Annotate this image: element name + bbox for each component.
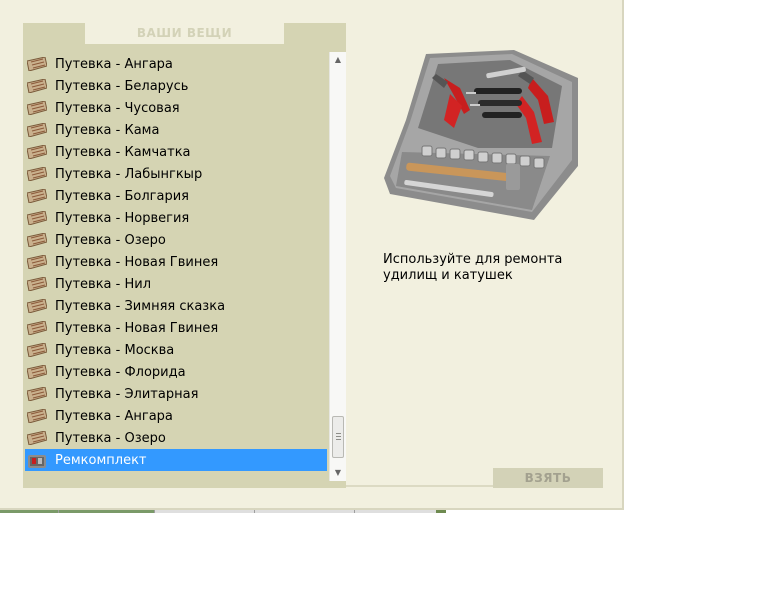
grip-line (336, 433, 341, 434)
list-item-label: Путевка - Чусовая (55, 100, 180, 116)
scroll-down-arrow-icon[interactable]: ▼ (330, 465, 346, 481)
list-item-label: Путевка - Кама (55, 122, 160, 138)
list-item[interactable]: Путевка - Нил (25, 273, 327, 295)
items-scrollbar[interactable]: ▲ ▼ (329, 52, 346, 481)
ticket-icon (26, 166, 48, 182)
list-item-label: Путевка - Норвегия (55, 210, 190, 226)
list-item[interactable]: Путевка - Элитарная (25, 383, 327, 405)
item-description: Используйте для ремонта удилищ и катушек (383, 252, 603, 284)
list-item[interactable]: Путевка - Чусовая (25, 97, 327, 119)
list-item[interactable]: Путевка - Беларусь (25, 75, 327, 97)
list-item-label: Путевка - Ангара (55, 408, 173, 424)
ticket-icon (26, 276, 48, 292)
list-item[interactable]: Путевка - Зимняя сказка (25, 295, 327, 317)
list-item-label: Путевка - Нил (55, 276, 152, 292)
ticket-icon (26, 232, 48, 248)
list-item[interactable]: Путевка - Озеро (25, 229, 327, 251)
ticket-icon (26, 364, 48, 380)
list-item[interactable]: Путевка - Озеро (25, 427, 327, 449)
ticket-icon (26, 430, 48, 446)
list-item-label: Путевка - Новая Гвинея (55, 320, 219, 336)
list-item[interactable]: Путевка - Кама (25, 119, 327, 141)
list-item[interactable]: Путевка - Ангара (25, 405, 327, 427)
scroll-up-arrow-icon[interactable]: ▲ (330, 52, 346, 68)
taskbar-segment (436, 510, 446, 513)
ticket-icon (26, 188, 48, 204)
ticket-icon (26, 100, 48, 116)
ticket-icon (26, 78, 48, 94)
list-item-label: Путевка - Зимняя сказка (55, 298, 226, 314)
list-item-label: Путевка - Флорида (55, 364, 186, 380)
taskbar-divider (58, 510, 59, 513)
ticket-icon (26, 254, 48, 270)
list-item[interactable]: Путевка - Болгария (25, 185, 327, 207)
ticket-icon (26, 408, 48, 424)
ticket-icon (26, 386, 48, 402)
list-item[interactable]: Путевка - Москва (25, 339, 327, 361)
list-item[interactable]: Путевка - Флорида (25, 361, 327, 383)
list-item[interactable]: Путевка - Камчатка (25, 141, 327, 163)
ticket-icon (26, 56, 48, 72)
taskbar-divider (354, 510, 355, 513)
taskbar-segment (0, 510, 154, 513)
ticket-icon (26, 144, 48, 160)
list-item[interactable]: Путевка - Лабынгкыр (25, 163, 327, 185)
list-item[interactable]: Путевка - Норвегия (25, 207, 327, 229)
panel-title: ВАШИ ВЕЩИ (85, 23, 284, 44)
list-item-label: Путевка - Болгария (55, 188, 189, 204)
list-item[interactable]: Путевка - Новая Гвинея (25, 317, 327, 339)
list-item-label: Путевка - Ангара (55, 56, 173, 72)
list-item[interactable]: Путевка - Ангара (25, 53, 327, 75)
items-list: Путевка - Ангара Путевка - Беларусь Путевк… (25, 53, 327, 471)
taskbar-divider (154, 510, 155, 513)
take-button[interactable]: ВЗЯТЬ (493, 468, 603, 488)
list-item[interactable]: Ремкомплект (25, 449, 327, 471)
list-item-label: Путевка - Беларусь (55, 78, 189, 94)
list-item[interactable]: Путевка - Новая Гвинея (25, 251, 327, 273)
list-item-label: Путевка - Москва (55, 342, 175, 358)
list-item-label: Ремкомплект (55, 452, 147, 468)
grip-line (336, 439, 341, 440)
list-item-label: Путевка - Элитарная (55, 386, 199, 402)
list-item-label: Путевка - Камчатка (55, 144, 191, 160)
ticket-icon (26, 210, 48, 226)
ticket-icon (26, 298, 48, 314)
list-item-label: Путевка - Озеро (55, 232, 166, 248)
ticket-icon (26, 320, 48, 336)
ticket-icon (26, 342, 48, 358)
description-line: удилищ и катушек (383, 268, 513, 283)
list-item-label: Путевка - Лабынгкыр (55, 166, 203, 182)
taskbar-divider (254, 510, 255, 513)
list-item-label: Путевка - Озеро (55, 430, 166, 446)
repair-kit-icon (27, 453, 47, 468)
list-item-label: Путевка - Новая Гвинея (55, 254, 219, 270)
toolbox-image (384, 50, 578, 220)
grip-line (336, 436, 341, 437)
scroll-thumb[interactable] (332, 416, 344, 458)
ticket-icon (26, 122, 48, 138)
description-line: Используйте для ремонта (383, 252, 563, 267)
items-panel: ВАШИ ВЕЩИ Путевка - Ангара Путевка - Бела… (23, 23, 346, 488)
inventory-window: ВАШИ ВЕЩИ Путевка - Ангара Путевка - Бела… (0, 0, 624, 510)
